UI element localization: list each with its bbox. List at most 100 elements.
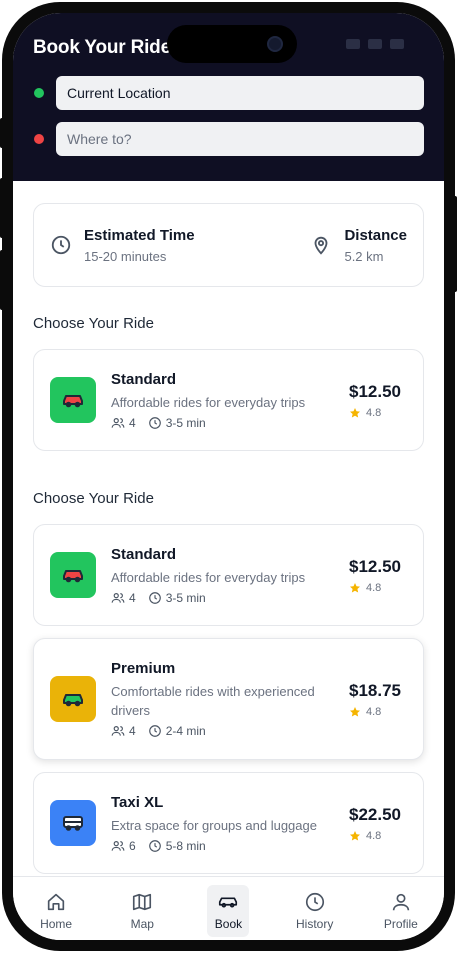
destination-dot-icon [34,134,44,144]
tab-label: Profile [383,917,418,931]
signal-icon [346,39,360,49]
ride-rating: 4.8 [349,830,407,842]
trip-info-card: Estimated Time 15-20 minutes Distance 5.… [33,203,424,287]
wifi-icon [368,39,382,49]
tab-profile[interactable]: Profile [380,885,422,937]
ride-price-column: $12.50 4.8 [349,382,407,419]
clock-icon [148,839,161,852]
ride-name: Standard [111,370,177,388]
tab-home[interactable]: Home [35,885,77,937]
bottom-tab-bar: Home Map Book History Profile [13,876,444,940]
user-icon [392,893,410,911]
dynamic-island [167,25,297,63]
passenger-count-value: 4 [129,590,136,605]
ride-list: Standard Affordable rides for everyday tr… [33,349,424,451]
ride-icon-tile [50,377,96,423]
camera-icon [267,36,283,52]
distance-label: Distance [344,226,407,244]
users-icon [111,417,125,428]
history-icon [305,892,324,912]
users-icon [111,726,125,736]
section-title: Choose Your Ride [33,315,154,332]
map-pin-icon [315,236,328,255]
clock-icon [51,235,71,255]
tab-label: Book [214,917,243,931]
passenger-count: 4 [111,416,136,430]
ride-icon-tile [50,552,96,598]
ride-option-premium[interactable]: Premium Comfortable rides with experience… [33,638,424,760]
passenger-count: 6 [111,839,136,853]
ride-description: Affordable rides for everyday trips [111,569,306,585]
car-icon [63,694,83,707]
tab-label: History [295,917,334,931]
status-bar-icons [346,39,404,49]
clock-icon [148,591,161,604]
car-icon [63,570,83,583]
tab-map[interactable]: Map [121,885,163,937]
ride-option-standard[interactable]: Standard Affordable rides for everyday tr… [33,524,424,626]
passenger-count-value: 4 [129,724,136,738]
ride-option-taxi-xl[interactable]: Taxi XL Extra space for groups and luggag… [33,772,424,874]
ride-rating: 4.8 [349,582,407,594]
destination-row [33,122,424,156]
pickup-row [33,76,424,110]
ride-meta: 4 3-5 min [111,416,341,430]
ride-eta-value: 3-5 min [165,415,206,430]
tab-history[interactable]: History [294,885,336,937]
ride-icon-tile [50,676,96,722]
star-icon [350,407,360,418]
pickup-dot-icon [34,88,44,98]
ride-description: Affordable rides for everyday trips [111,394,306,410]
ride-name: Premium [111,660,176,677]
destination-input[interactable] [56,122,424,156]
ride-meta: 6 5-8 min [111,839,341,853]
ride-rating-value: 4.8 [366,581,382,594]
map-icon [133,893,152,911]
ride-description: Extra space for groups and luggage [111,817,317,833]
tab-book[interactable]: Book [207,885,250,937]
ride-info: Premium Comfortable rides with experience… [111,660,341,738]
users-icon [111,592,125,603]
ride-price-column: $12.50 4.8 [349,557,407,594]
ride-rating: 4.8 [349,706,407,718]
distance-value: 5.2 km [344,248,384,264]
ride-name: Taxi XL [111,793,164,811]
time-label: Estimated Time [84,226,195,244]
clock-icon [148,416,161,429]
van-icon [63,816,83,831]
ride-price: $12.50 [349,556,401,576]
ride-eta: 3-5 min [148,591,206,605]
ride-eta: 5-8 min [148,839,206,853]
star-icon [350,830,360,841]
section-title: Choose Your Ride [33,490,154,507]
ride-eta-value: 3-5 min [165,590,206,605]
car-icon [63,395,83,408]
car-icon [219,897,238,908]
pickup-input[interactable] [56,76,424,110]
ride-eta: 3-5 min [148,416,206,430]
ride-price-column: $18.75 4.8 [349,681,407,718]
ride-rating-value: 4.8 [366,829,382,842]
ride-info: Taxi XL Extra space for groups and luggag… [111,794,341,853]
main-content: Estimated Time 15-20 minutes Distance 5.… [13,181,444,874]
ride-meta: 4 2-4 min [111,724,341,738]
ride-meta: 4 3-5 min [111,591,341,605]
ride-price: $22.50 [349,804,401,824]
battery-icon [390,39,404,49]
ride-eta-value: 2-4 min [165,724,206,738]
ride-info: Standard Affordable rides for everyday tr… [111,546,341,605]
ride-rating-value: 4.8 [366,705,382,718]
tab-label: Home [40,917,73,931]
ride-price: $18.75 [349,680,401,700]
ride-option-standard[interactable]: Standard Affordable rides for everyday tr… [33,349,424,451]
ride-price: $12.50 [349,381,401,401]
ride-rating: 4.8 [349,407,407,419]
ride-name: Standard [111,545,177,563]
phone-frame: Book Your Ride Estimated Time 15-20 minu… [2,2,455,951]
home-icon [47,893,65,911]
ride-eta-value: 5-8 min [165,838,206,853]
tab-label: Map [130,917,154,931]
ride-info: Standard Affordable rides for everyday tr… [111,371,341,430]
clock-icon [148,725,161,737]
passenger-count: 4 [111,724,136,738]
